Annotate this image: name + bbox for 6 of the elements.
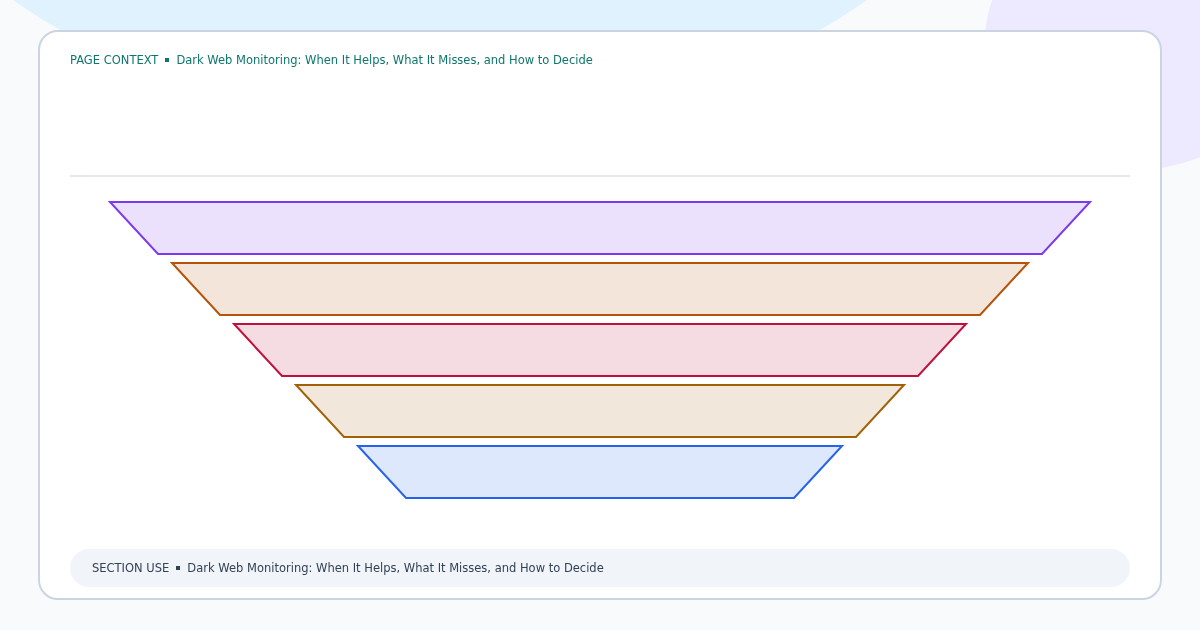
page-context-label: PAGE CONTEXT [70, 53, 159, 67]
page-context-title: Dark Web Monitoring: When It Helps, What It Misses, and How to Decide [176, 53, 593, 67]
bullet-icon [176, 566, 181, 570]
bullet-icon [165, 58, 170, 62]
section-use-title: Dark Web Monitoring: When It Helps, What It Misses, and How to Decide [187, 561, 604, 575]
section-use-label: SECTION USE [92, 561, 170, 575]
